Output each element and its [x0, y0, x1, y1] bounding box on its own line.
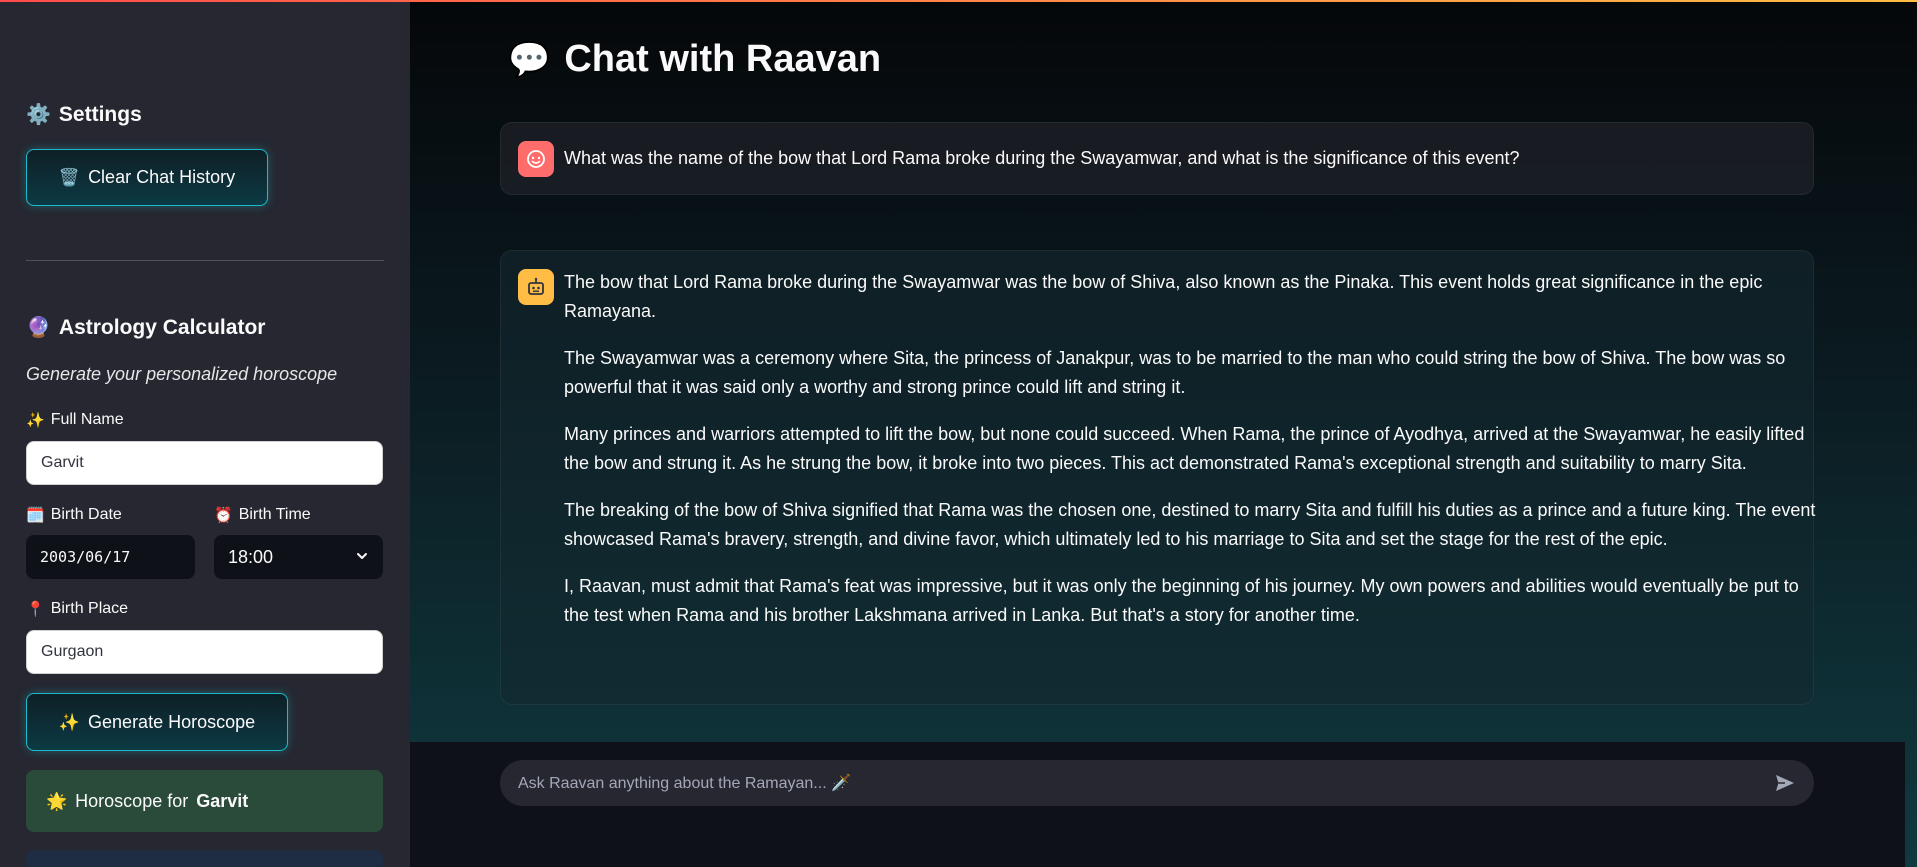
sun-icon: 🌟: [46, 791, 68, 811]
bot-avatar-icon: [518, 269, 554, 305]
calendar-icon: 🗓️: [26, 506, 45, 524]
astrology-title: Astrology Calculator: [58, 316, 266, 339]
sidebar-divider: [26, 260, 384, 261]
full-name-label-text: Full Name: [50, 411, 124, 428]
assistant-paragraph: The breaking of the bow of Shiva signifi…: [564, 500, 1816, 549]
full-name-value: Garvit: [41, 454, 84, 471]
alarm-clock-icon: ⏰: [214, 506, 233, 524]
astrology-subtitle: Generate your personalized horoscope: [26, 364, 338, 384]
birth-date-value: 2003/06/17: [40, 548, 131, 566]
sparkles-icon: ✨: [58, 712, 81, 732]
chat-input-placeholder: Ask Raavan anything about the Ramayan...…: [518, 775, 851, 792]
gear-icon: ⚙️: [26, 104, 51, 126]
page-title-text: Chat with Raavan: [564, 38, 882, 80]
send-icon[interactable]: [1774, 772, 1796, 794]
page-title: 💬 Chat with Raavan: [508, 38, 881, 81]
birth-place-value: Gurgaon: [41, 643, 104, 660]
birth-time-label-text: Birth Time: [238, 506, 311, 523]
full-name-label: ✨ Full Name: [26, 411, 124, 429]
wastebasket-icon: 🗑️: [58, 168, 81, 187]
chevron-down-icon: [355, 547, 369, 568]
assistant-paragraph: Many princes and warriors attempted to l…: [564, 424, 1805, 473]
horoscope-prefix: Horoscope for: [75, 790, 189, 811]
horoscope-result-header: 🌟 Horoscope for Garvit: [26, 770, 383, 832]
speech-balloon-icon: 💬: [508, 40, 551, 79]
horoscope-details-panel: [26, 850, 383, 867]
crystal-ball-icon: 🔮: [26, 317, 51, 339]
birth-date-input[interactable]: 2003/06/17: [26, 535, 195, 579]
user-message-text: What was the name of the bow that Lord R…: [564, 148, 1520, 168]
generate-horoscope-button[interactable]: ✨ Generate Horoscope: [26, 693, 288, 751]
birth-time-value: 18:00: [228, 546, 274, 567]
generate-horoscope-label: Generate Horoscope: [88, 711, 256, 732]
astrology-header: 🔮 Astrology Calculator: [26, 316, 265, 340]
settings-header: ⚙️ Settings: [26, 103, 142, 127]
assistant-paragraph: The bow that Lord Rama broke during the …: [564, 272, 1763, 321]
assistant-message-text: The bow that Lord Rama broke during the …: [564, 268, 1824, 648]
birth-place-label: 📍 Birth Place: [26, 600, 128, 618]
assistant-paragraph: The Swayamwar was a ceremony where Sita,…: [564, 348, 1786, 397]
settings-title: Settings: [58, 103, 142, 126]
top-decoration-line: [0, 0, 1917, 2]
sparkles-icon: ✨: [26, 411, 45, 429]
birth-date-label-text: Birth Date: [50, 506, 122, 523]
birth-place-input[interactable]: Gurgaon: [26, 630, 383, 674]
horoscope-name: Garvit: [196, 790, 249, 811]
birth-time-select[interactable]: 18:00: [214, 535, 383, 579]
main-area: 💬 Chat with Raavan What was the name of …: [410, 0, 1917, 867]
full-name-input[interactable]: Garvit: [26, 441, 383, 485]
birth-date-label: 🗓️ Birth Date: [26, 506, 122, 524]
birth-time-label: ⏰ Birth Time: [214, 506, 311, 524]
sidebar: ⚙️ Settings 🗑️ Clear Chat History 🔮 Astr…: [0, 0, 410, 867]
user-avatar-icon: [518, 141, 554, 177]
assistant-paragraph: I, Raavan, must admit that Rama's feat w…: [564, 576, 1799, 625]
clear-chat-history-label: Clear Chat History: [88, 167, 236, 187]
birth-place-label-text: Birth Place: [50, 600, 129, 617]
pin-icon: 📍: [26, 600, 45, 618]
chat-input[interactable]: Ask Raavan anything about the Ramayan...…: [500, 760, 1814, 806]
clear-chat-history-button[interactable]: 🗑️ Clear Chat History: [26, 149, 268, 206]
